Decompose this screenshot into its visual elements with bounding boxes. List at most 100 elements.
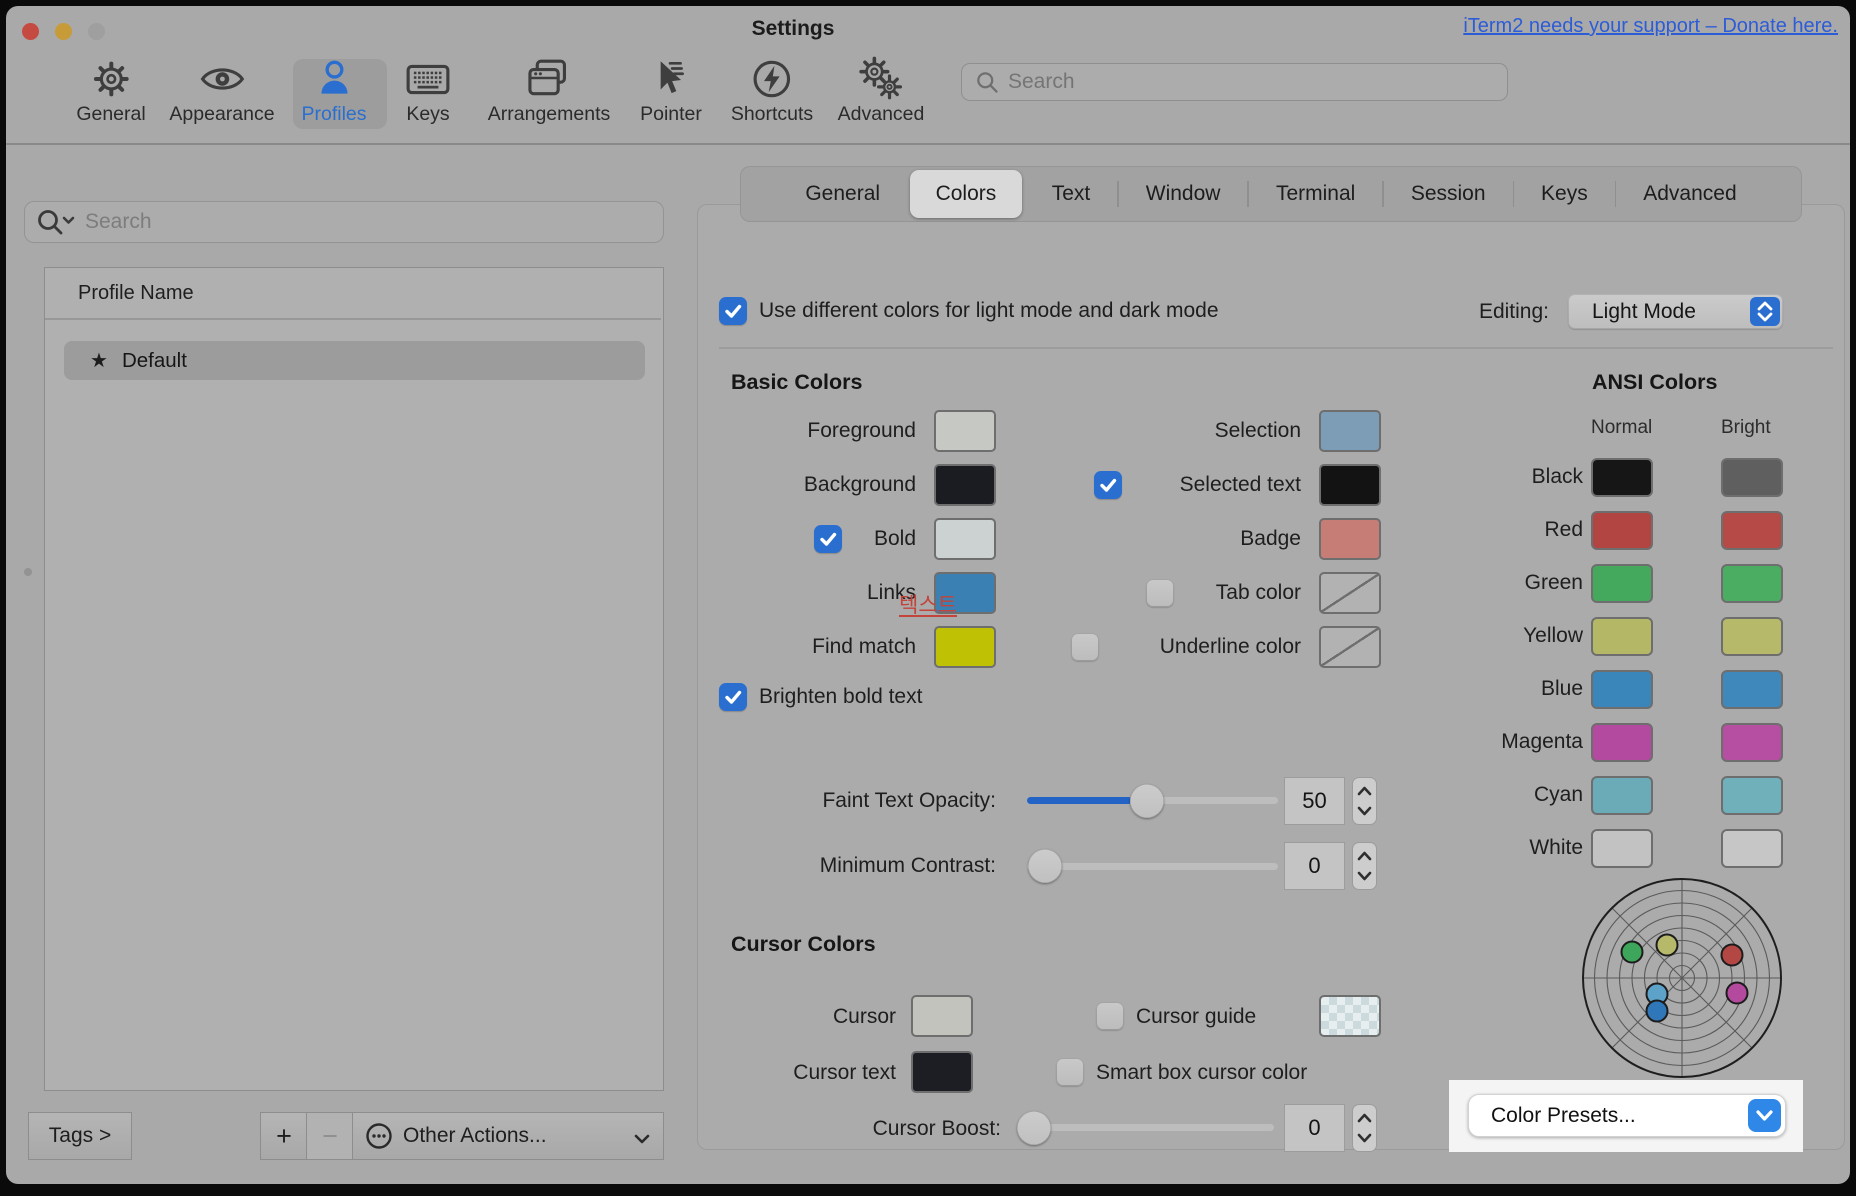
toolbar-item-shortcuts[interactable]: Shortcuts [731,56,813,126]
faint-text-opacity-label: Faint Text Opacity: [696,789,996,813]
toolbar-item-general[interactable]: General [76,56,145,126]
popup-updown-chevrons-icon [1750,297,1780,326]
wheel-color-dot[interactable] [1622,942,1643,963]
toolbar-item-label: Pointer [640,103,702,126]
color-wheel[interactable] [1582,878,1782,1078]
cursor-boost-stepper[interactable] [1352,1104,1377,1152]
tab-keys[interactable]: Keys [1515,170,1614,218]
tab-window[interactable]: Window [1120,170,1247,218]
tab-color-color-well[interactable] [1319,572,1381,614]
eye-icon [199,56,245,102]
toolbar-item-label: Advanced [838,103,925,126]
tab-divider [1513,181,1515,207]
toolbar-item-keys[interactable]: Keys [405,56,451,126]
ansi-cyan-bright-well[interactable] [1721,776,1783,815]
cursor-boost-value[interactable]: 0 [1284,1104,1345,1152]
cursor-label: Cursor [696,1005,896,1029]
profile-list [44,267,664,1091]
underline-color-label: Underline color [1041,635,1301,659]
background-color-well[interactable] [934,464,996,506]
ansi-yellow-normal-well[interactable] [1591,617,1653,656]
cursor-color-well[interactable] [911,995,973,1037]
ansi-blue-label: Blue [1383,677,1583,701]
profile-search-field[interactable]: Search [24,201,664,243]
foreground-color-well[interactable] [934,410,996,452]
ansi-bright-header: Bright [1721,417,1771,439]
close-button[interactable] [22,23,39,40]
selected-text-color-well[interactable] [1319,464,1381,506]
remove-profile-button: − [306,1112,354,1160]
stepper-down-icon [1356,1132,1373,1144]
ansi-black-bright-well[interactable] [1721,458,1783,497]
color-presets-button[interactable]: Color Presets... [1468,1094,1786,1137]
cursor-guide-color-well[interactable] [1319,995,1381,1037]
ansi-green-bright-well[interactable] [1721,564,1783,603]
badge-color-well[interactable] [1319,518,1381,560]
cursor-guide-checkbox[interactable] [1096,1002,1124,1030]
ansi-white-normal-well[interactable] [1591,829,1653,868]
ansi-blue-normal-well[interactable] [1591,670,1653,709]
toolbar-item-advanced[interactable]: Advanced [838,56,925,126]
search-placeholder: Search [1008,70,1075,94]
find-match-color-well[interactable] [934,626,996,668]
minimize-button[interactable] [55,23,72,40]
cursor-boost-slider[interactable] [1034,1124,1274,1131]
ansi-magenta-normal-well[interactable] [1591,723,1653,762]
minimum-contrast-knob[interactable] [1028,849,1062,883]
slider-fill [1027,797,1132,804]
toolbar-item-arrangements[interactable]: Arrangements [488,56,610,126]
ansi-white-bright-well[interactable] [1721,829,1783,868]
minimum-contrast-slider[interactable] [1027,863,1278,870]
ansi-red-normal-well[interactable] [1591,511,1653,550]
profile-search-placeholder: Search [85,210,152,234]
ansi-red-bright-well[interactable] [1721,511,1783,550]
bold-color-well[interactable] [934,518,996,560]
ansi-yellow-bright-well[interactable] [1721,617,1783,656]
smart-box-cursor-label: Smart box cursor color [1096,1061,1307,1085]
tab-text[interactable]: Text [1026,170,1117,218]
wheel-color-dot[interactable] [1727,983,1748,1004]
ansi-green-normal-well[interactable] [1591,564,1653,603]
ansi-red-label: Red [1383,518,1583,542]
ansi-blue-bright-well[interactable] [1721,670,1783,709]
smart-box-cursor-checkbox[interactable] [1056,1058,1084,1086]
badge-label: Badge [1041,527,1301,551]
donate-link[interactable]: iTerm2 needs your support – Donate here. [1463,15,1838,38]
settings-search-field[interactable]: Search [961,63,1508,101]
wheel-color-dot[interactable] [1722,945,1743,966]
editing-mode-popup[interactable]: Light Mode [1568,294,1783,329]
ansi-magenta-bright-well[interactable] [1721,723,1783,762]
tab-session[interactable]: Session [1385,170,1512,218]
faint-text-opacity-stepper[interactable] [1352,777,1377,825]
background-label: Background [656,473,916,497]
toolbar-item-profiles[interactable]: Profiles [301,56,366,126]
toolbar-item-appearance[interactable]: Appearance [169,56,274,126]
ansi-black-normal-well[interactable] [1591,458,1653,497]
tags-button[interactable]: Tags > [28,1112,132,1160]
selection-label: Selection [1041,419,1301,443]
editing-mode-value: Light Mode [1592,300,1696,324]
other-actions-menu[interactable]: Other Actions... [352,1112,664,1160]
wheel-color-dot[interactable] [1647,1001,1668,1022]
faint-text-opacity-value[interactable]: 50 [1284,777,1345,825]
profile-row-default[interactable]: ★ Default [64,341,645,380]
profile-list-column-header: Profile Name [78,282,194,305]
brighten-bold-text-checkbox[interactable] [719,683,747,711]
window-edge-dot [24,568,32,576]
use-different-colors-checkbox[interactable] [719,297,747,325]
tab-colors[interactable]: Colors [910,170,1023,218]
tab-terminal[interactable]: Terminal [1250,170,1381,218]
cursor-text-color-well[interactable] [911,1051,973,1093]
ansi-cyan-normal-well[interactable] [1591,776,1653,815]
minimum-contrast-value[interactable]: 0 [1284,842,1345,890]
add-profile-button[interactable]: + [260,1112,308,1160]
minimum-contrast-stepper[interactable] [1352,842,1377,890]
toolbar-item-pointer[interactable]: Pointer [640,56,702,126]
cursor-boost-knob[interactable] [1017,1111,1051,1145]
selection-color-well[interactable] [1319,410,1381,452]
tab-advanced[interactable]: Advanced [1617,170,1762,218]
wheel-color-dot[interactable] [1657,935,1678,956]
stepper-up-icon [1356,1112,1373,1124]
underline-color-color-well[interactable] [1319,626,1381,668]
tab-general[interactable]: General [779,170,906,218]
